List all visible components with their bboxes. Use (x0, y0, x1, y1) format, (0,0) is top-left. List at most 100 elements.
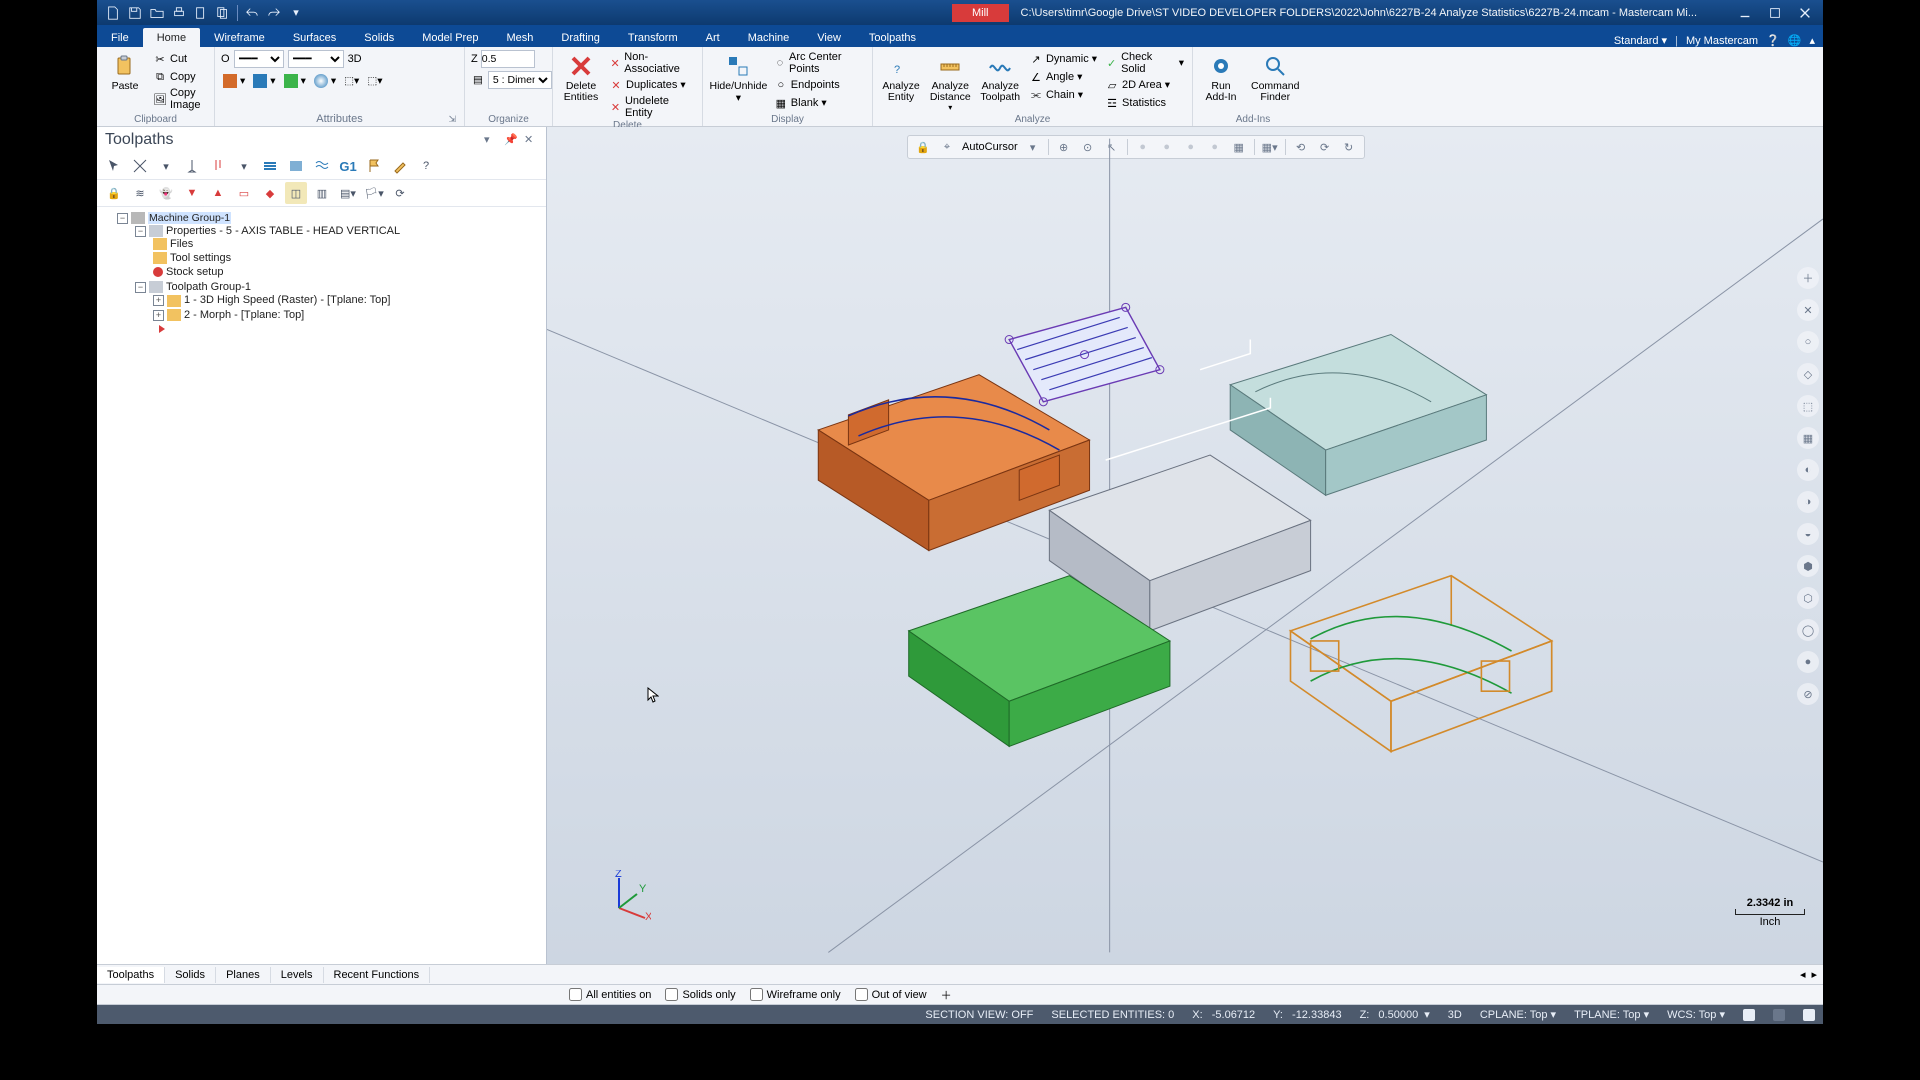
rt10-icon[interactable]: ⊘ (1797, 683, 1819, 705)
undo-icon[interactable] (244, 5, 260, 21)
rt3-icon[interactable]: ◐ (1797, 459, 1819, 481)
help-icon[interactable]: ❔ (1766, 34, 1780, 47)
2d-area-button[interactable]: ▱2D Area ▾ (1103, 76, 1186, 94)
filter-solids[interactable]: Solids only (665, 988, 735, 1001)
waves2-icon[interactable]: ≋ (129, 182, 151, 204)
print-icon[interactable] (171, 5, 187, 21)
panel-pin-icon[interactable]: 📌 (504, 133, 518, 147)
new-icon[interactable] (105, 5, 121, 21)
panel-menu-icon[interactable]: ▾ (484, 133, 498, 147)
lineweight-select[interactable]: ━━━ (288, 50, 344, 68)
status-sw1[interactable] (1743, 1009, 1755, 1021)
filter-wireframe[interactable]: Wireframe only (750, 988, 841, 1001)
angle-button[interactable]: ∠Angle ▾ (1027, 68, 1099, 86)
tri-up-icon[interactable]: ▲ (207, 182, 229, 204)
cursor-icon[interactable] (103, 155, 125, 177)
rt8-icon[interactable]: ◯ (1797, 619, 1819, 641)
bottab-recent[interactable]: Recent Functions (324, 967, 431, 983)
tool-icon[interactable] (181, 155, 203, 177)
collapse-icon[interactable]: − (135, 282, 146, 293)
tab-transform[interactable]: Transform (614, 28, 692, 47)
diamond-icon[interactable]: ◆ (259, 182, 281, 204)
bottab-planes[interactable]: Planes (216, 967, 271, 983)
tab-machine[interactable]: Machine (734, 28, 804, 47)
arc-center-button[interactable]: ◌Arc Center Points (772, 50, 866, 76)
rt9-icon[interactable]: ● (1797, 651, 1819, 673)
run-addin-button[interactable]: Run Add-In (1199, 50, 1243, 105)
waves-icon[interactable] (311, 155, 333, 177)
list2-icon[interactable]: ▤▾ (337, 182, 359, 204)
status-tplane[interactable]: TPLANE: Top ▾ (1574, 1008, 1649, 1021)
qat-dropdown-icon[interactable]: ▾ (288, 5, 304, 21)
shade-icon[interactable] (285, 155, 307, 177)
pencil-icon[interactable] (389, 155, 411, 177)
rt2-icon[interactable]: ▦ (1797, 427, 1819, 449)
attr1-button[interactable]: ⬚▾ (342, 72, 361, 90)
tree-tool-settings[interactable]: Tool settings (170, 252, 231, 264)
list-icon[interactable]: ▥ (311, 182, 333, 204)
tab-wireframe[interactable]: Wireframe (200, 28, 279, 47)
copy-button[interactable]: ⧉Copy (151, 68, 208, 86)
dimension-select[interactable]: 5 : Dimensi (488, 71, 552, 89)
ghost-icon[interactable]: 👻 (155, 182, 177, 204)
minimize-icon[interactable] (1737, 5, 1753, 21)
statistics-button[interactable]: ☲Statistics (1103, 94, 1186, 112)
status-sw2[interactable] (1773, 1009, 1785, 1021)
rect-icon[interactable]: ▭ (233, 182, 255, 204)
scroll-right-icon[interactable]: ▸ (1811, 968, 1817, 981)
globe-icon[interactable]: 🌐 (1788, 34, 1802, 47)
tab-toolpaths[interactable]: Toolpaths (855, 28, 930, 47)
cut-button[interactable]: ✂Cut (151, 50, 208, 68)
tab-modelprep[interactable]: Model Prep (408, 28, 492, 47)
xref-icon[interactable] (129, 155, 151, 177)
chain-button[interactable]: ⫘Chain ▾ (1027, 86, 1099, 104)
tree-op-raster[interactable]: 1 - 3D High Speed (Raster) - [Tplane: To… (184, 294, 390, 306)
config-dropdown[interactable]: Standard ▾ (1614, 34, 1667, 47)
bottab-solids[interactable]: Solids (165, 967, 216, 983)
flag-icon[interactable] (363, 155, 385, 177)
panel-close-icon[interactable]: ✕ (524, 133, 538, 147)
hide-unhide-button[interactable]: Hide/Unhide▾ (709, 50, 768, 106)
doc1-icon[interactable] (193, 5, 209, 21)
filter-add-icon[interactable]: ＋ (941, 987, 952, 1003)
operations-tree[interactable]: −Machine Group-1 −Properties - 5 - AXIS … (97, 207, 546, 964)
status-section-view[interactable]: SECTION VIEW: OFF (925, 1009, 1033, 1021)
refresh-icon[interactable]: ⟳ (389, 182, 411, 204)
zoom-out-icon[interactable]: ✕ (1797, 299, 1819, 321)
bottab-levels[interactable]: Levels (271, 967, 324, 983)
delete-entities-button[interactable]: Delete Entities (559, 50, 603, 105)
3d-viewport[interactable]: 🔒 ⌖ AutoCursor▾ ⊕ ⊙ ↖ ● ● ● ● ▦ ▦▾ ⟲ ⟳ ↻ (547, 127, 1823, 964)
context-tab-mill[interactable]: Mill (952, 4, 1009, 22)
layer-icon[interactable]: ▤ (471, 71, 485, 89)
zoom-in-icon[interactable]: ＋ (1797, 267, 1819, 289)
command-finder-button[interactable]: Command Finder (1247, 50, 1303, 105)
lock-icon[interactable]: 🔒 (103, 182, 125, 204)
flag2-icon[interactable]: 🏳▾ (363, 182, 385, 204)
highlight-icon[interactable]: ◫ (285, 182, 307, 204)
analyze-toolpath-button[interactable]: Analyze Toolpath (978, 50, 1023, 105)
redo-icon[interactable] (266, 5, 282, 21)
non-associative-button[interactable]: ✕Non-Associative (607, 50, 696, 76)
z-value-input[interactable] (481, 50, 535, 68)
analyze-distance-button[interactable]: Analyze Distance▾ (927, 50, 974, 114)
collapse-icon[interactable]: − (135, 226, 146, 237)
rt1-icon[interactable]: ⬚ (1797, 395, 1819, 417)
ribbon-collapse-icon[interactable]: ▴ (1809, 34, 1815, 47)
fit-icon[interactable]: ○ (1797, 331, 1819, 353)
attr2-button[interactable]: ⬚▾ (365, 72, 384, 90)
tab-file[interactable]: File (97, 28, 143, 47)
g1-button[interactable]: G1 (337, 155, 359, 177)
status-z[interactable]: Z: 0.50000 ▾ (1360, 1008, 1430, 1021)
tree-machine-group[interactable]: Machine Group-1 (148, 212, 231, 224)
rt5-icon[interactable]: ◒ (1797, 523, 1819, 545)
tool2-icon[interactable] (207, 155, 229, 177)
status-sw3[interactable] (1803, 1009, 1815, 1021)
help-icon[interactable]: ? (415, 155, 437, 177)
rt4-icon[interactable]: ◑ (1797, 491, 1819, 513)
mat-swatch[interactable]: ▾ (221, 72, 247, 90)
tree-toolpath-group[interactable]: Toolpath Group-1 (166, 281, 251, 293)
collapse-icon[interactable]: − (117, 213, 128, 224)
tab-mesh[interactable]: Mesh (492, 28, 547, 47)
status-cplane[interactable]: CPLANE: Top ▾ (1480, 1008, 1556, 1021)
status-3d[interactable]: 3D (1448, 1009, 1462, 1021)
